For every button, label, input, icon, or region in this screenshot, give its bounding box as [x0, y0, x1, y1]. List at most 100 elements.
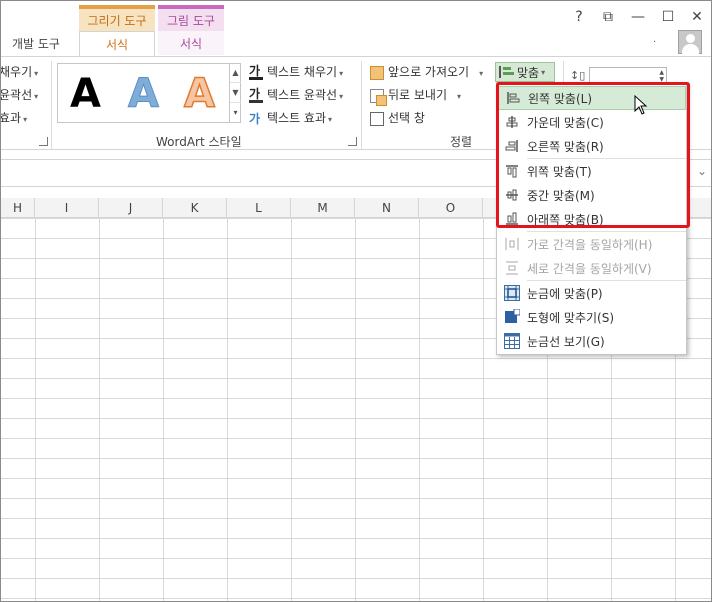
menu-item-label: 아래쪽 맞춤(B)	[527, 212, 604, 227]
align-dropdown-menu: 왼쪽 맞춤(L) 가운데 맞춤(C) 오른쪽 맞춤(R) 위쪽 맞춤(T) 중간…	[496, 82, 687, 355]
dropdown-arrow-icon: ▾	[339, 92, 344, 101]
text-effects-label: 텍스트 효과	[267, 111, 327, 125]
help-icon[interactable]: ?	[569, 9, 589, 25]
menu-item-align-top[interactable]: 위쪽 맞춤(T)	[497, 159, 686, 183]
menu-item-label: 눈금선 보기(G)	[527, 334, 605, 349]
menu-item-label: 가운데 맞춤(C)	[527, 115, 604, 130]
menu-item-label: 왼쪽 맞춤(L)	[528, 91, 593, 106]
menu-item-label: 오른쪽 맞춤(R)	[527, 139, 604, 154]
menu-item-align-bottom[interactable]: 아래쪽 맞춤(B)	[497, 207, 686, 231]
bring-forward-label: 앞으로 가져오기	[388, 65, 470, 79]
excel-window: 그리기 도구 그림 도구 ? ⧉ — ☐ ✕ 개발 도구 서식 서식 · 채우기…	[0, 0, 712, 602]
spinner-icon[interactable]: ▲ ▼	[659, 69, 664, 83]
align-top-icon	[497, 164, 527, 178]
text-fill-icon: 가	[249, 65, 263, 80]
avatar[interactable]	[678, 30, 702, 54]
bring-forward-icon	[370, 65, 384, 80]
column-header[interactable]: K	[163, 198, 227, 218]
scroll-down-icon[interactable]: ▼	[230, 83, 241, 103]
group-separator	[51, 61, 52, 149]
tab-format-drawing[interactable]: 서식	[79, 31, 155, 57]
text-effects-button[interactable]: 가 텍스트 효과 ▾	[249, 109, 332, 126]
scroll-up-icon[interactable]: ▲	[230, 63, 241, 83]
shape-height-icon: ↕▯	[570, 69, 586, 82]
column-header[interactable]: I	[35, 198, 99, 218]
menu-item-align-center[interactable]: 가운데 맞춤(C)	[497, 110, 686, 134]
text-fill-button[interactable]: 가 텍스트 채우기 ▾	[249, 63, 343, 80]
wordart-style-orange[interactable]: A	[183, 71, 215, 117]
maximize-button[interactable]: ☐	[658, 9, 678, 25]
send-backward-icon	[370, 88, 387, 106]
text-outline-button[interactable]: 가 텍스트 윤곽선 ▾	[249, 86, 343, 103]
tab-format-picture[interactable]: 서식	[158, 31, 224, 55]
arrange-group-label: 정렬	[450, 135, 473, 149]
text-fill-label: 텍스트 채우기	[267, 65, 338, 79]
selection-pane-icon	[370, 111, 384, 126]
minimize-button[interactable]: —	[628, 9, 648, 25]
wordart-styles-group-label: WordArt 스타일	[156, 135, 242, 149]
menu-item-align-left[interactable]: 왼쪽 맞춤(L)	[497, 86, 686, 110]
menu-item-distribute-horizontally: 가로 간격을 동일하게(H)	[497, 232, 686, 256]
wordart-style-black[interactable]: A	[70, 72, 101, 116]
send-backward-button[interactable]: 뒤로 보내기 ▾	[370, 86, 462, 106]
mouse-cursor-icon	[634, 95, 648, 115]
view-gridlines-icon	[497, 333, 527, 349]
menu-item-label: 도형에 맞추기(S)	[527, 310, 615, 325]
selection-pane-label: 선택 창	[388, 111, 425, 125]
distribute-vertical-icon	[497, 261, 527, 275]
context-tab-drawing-tools: 그리기 도구	[79, 5, 155, 31]
menu-item-label: 위쪽 맞춤(T)	[527, 164, 592, 179]
send-backward-label: 뒤로 보내기	[388, 88, 448, 102]
tab-developer[interactable]: 개발 도구	[1, 31, 71, 55]
align-right-icon	[497, 139, 527, 153]
expand-formula-bar-icon[interactable]: ⌄	[697, 164, 707, 178]
dropdown-arrow-icon: ▾	[339, 69, 344, 78]
menu-item-label: 세로 간격을 동일하게(V)	[527, 261, 652, 276]
ribbon-display-options-icon[interactable]: ⧉	[598, 9, 618, 25]
menu-item-label: 눈금에 맞춤(P)	[527, 286, 603, 301]
dropdown-arrow-icon: ▾	[479, 69, 484, 78]
column-header[interactable]: L	[227, 198, 291, 218]
menu-item-snap-to-grid[interactable]: 눈금에 맞춤(P)	[497, 281, 686, 305]
wordart-style-gallery[interactable]: A A A	[57, 63, 241, 123]
shape-fill-label: 채우기	[0, 65, 33, 79]
column-header[interactable]: M	[291, 198, 355, 218]
shape-outline-label: 윤곽선	[0, 88, 33, 102]
account-menu-dots[interactable]: ·	[653, 37, 656, 48]
bring-forward-button[interactable]: 앞으로 가져오기 ▾	[370, 63, 483, 80]
menu-item-align-middle[interactable]: 중간 맞춤(M)	[497, 183, 686, 207]
shape-effects-button[interactable]: 효과 ▾	[1, 109, 28, 126]
snap-to-grid-icon	[497, 285, 527, 301]
text-outline-icon: 가	[249, 88, 263, 103]
close-button[interactable]: ✕	[687, 9, 707, 25]
align-button-label: 맞춤	[517, 65, 540, 80]
menu-item-label: 가로 간격을 동일하게(H)	[527, 237, 653, 252]
menu-item-view-gridlines[interactable]: 눈금선 보기(G)	[497, 329, 686, 353]
group-separator	[361, 61, 362, 149]
selection-pane-button[interactable]: 선택 창	[370, 109, 425, 126]
shape-fill-button[interactable]: 채우기 ▾	[0, 63, 38, 80]
text-effects-icon: 가	[249, 111, 261, 126]
menu-item-label: 중간 맞춤(M)	[527, 188, 595, 203]
shape-styles-launcher-icon[interactable]	[39, 137, 48, 146]
align-button[interactable]: 맞춤 ▾	[495, 62, 555, 82]
dropdown-arrow-icon: ▾	[457, 92, 462, 101]
wordart-styles-launcher-icon[interactable]	[348, 137, 357, 146]
dropdown-arrow-icon: ▾	[34, 92, 39, 101]
dropdown-arrow-icon: ▾	[23, 115, 28, 124]
column-header[interactable]: N	[355, 198, 419, 218]
column-header[interactable]: J	[99, 198, 163, 218]
menu-item-snap-to-shape[interactable]: 도형에 맞추기(S)	[497, 305, 686, 329]
column-header[interactable]: O	[419, 198, 483, 218]
align-middle-icon	[497, 188, 527, 202]
wordart-style-blue[interactable]: A	[128, 72, 160, 117]
gallery-more-icon[interactable]: ▾	[230, 103, 241, 123]
snap-to-shape-icon	[497, 309, 527, 325]
menu-item-align-right[interactable]: 오른쪽 맞춤(R)	[497, 134, 686, 158]
align-left-icon	[498, 91, 528, 105]
shape-outline-button[interactable]: 윤곽선 ▾	[0, 86, 39, 103]
menu-item-distribute-vertically: 세로 간격을 동일하게(V)	[497, 256, 686, 280]
column-header[interactable]: H	[1, 198, 35, 218]
wordart-gallery-scroll[interactable]: ▲ ▼ ▾	[229, 63, 241, 123]
dropdown-arrow-icon: ▾	[328, 115, 333, 124]
